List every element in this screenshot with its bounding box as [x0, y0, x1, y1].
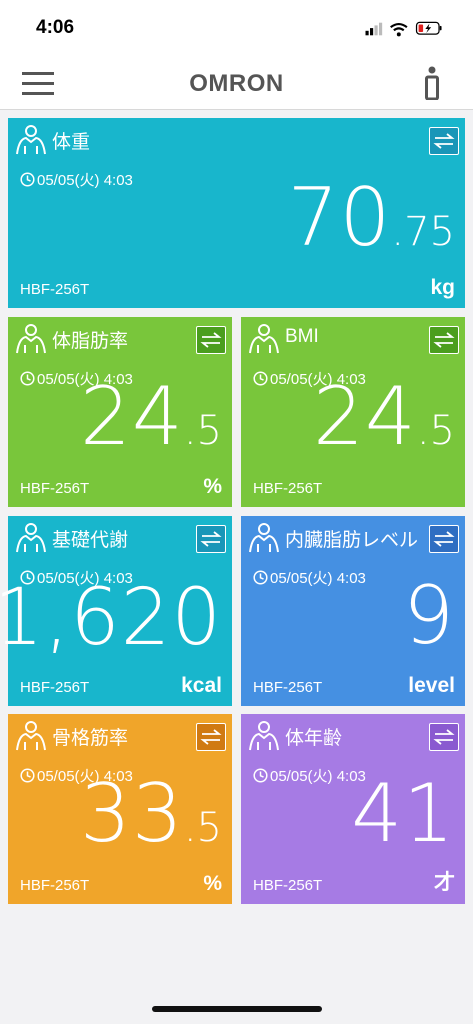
unit-label: kcal — [181, 674, 222, 697]
card-visceral-fat[interactable]: 内臓脂肪レベル 05/05(火) 4:03 9 HBF-256T level — [241, 516, 465, 706]
card-title: 内臓脂肪レベル — [285, 530, 419, 551]
measurement-value: 24.5 — [313, 377, 455, 471]
swap-arrows-icon — [433, 133, 455, 149]
device-model: HBF-256T — [253, 877, 323, 894]
measurement-time: 05/05(火) 4:03 — [253, 567, 366, 588]
measurement-value: 70.75 — [288, 178, 455, 272]
clock-icon — [20, 371, 35, 386]
device-model: HBF-256T — [253, 679, 323, 696]
info-icon[interactable] — [423, 66, 441, 100]
value-decimal: .5 — [416, 408, 455, 454]
wifi-icon — [390, 22, 408, 37]
swap-arrows-icon — [200, 531, 222, 547]
value-decimal: .5 — [183, 805, 222, 851]
card-body-fat[interactable]: 体脂肪率 05/05(火) 4:03 24.5 HBF-256T % — [8, 317, 232, 507]
measurement-value: 33.5 — [80, 774, 222, 868]
device-model: HBF-256T — [20, 281, 90, 298]
time-text: 05/05(火) 4:03 — [270, 570, 366, 587]
swap-button[interactable] — [429, 723, 459, 751]
measurement-value: 24.5 — [80, 377, 222, 471]
swap-arrows-icon — [200, 729, 222, 745]
status-icons — [365, 21, 442, 37]
person-icon — [16, 324, 46, 354]
card-title: BMI — [285, 326, 319, 347]
clock-icon — [253, 371, 268, 386]
device-model: HBF-256T — [20, 679, 90, 696]
swap-button[interactable] — [196, 525, 226, 553]
person-icon — [16, 721, 46, 751]
card-bmi[interactable]: BMI 05/05(火) 4:03 24.5 HBF-256T — [241, 317, 465, 507]
value-integer: 9 — [403, 569, 455, 662]
swap-arrows-icon — [433, 729, 455, 745]
home-indicator — [152, 1006, 322, 1012]
unit-label: 才 — [434, 871, 455, 894]
status-bar: 4:06 — [0, 0, 473, 58]
measurement-value: 1,620 — [0, 579, 222, 670]
value-integer: 24 — [313, 370, 417, 463]
person-icon — [249, 324, 279, 354]
value-integer: 1,620 — [0, 573, 222, 663]
measurement-time: 05/05(火) 4:03 — [20, 169, 133, 190]
clock-icon — [253, 570, 268, 585]
swap-arrows-icon — [433, 531, 455, 547]
card-title: 体年齢 — [285, 728, 343, 749]
measurement-value: 41 — [351, 774, 455, 868]
brand-logo: OMRON — [189, 70, 284, 97]
swap-button[interactable] — [429, 127, 459, 155]
value-integer: 24 — [80, 370, 184, 463]
person-icon — [16, 125, 46, 155]
clock-icon — [20, 768, 35, 783]
card-title: 骨格筋率 — [52, 728, 129, 749]
clock-icon — [253, 768, 268, 783]
person-icon — [249, 721, 279, 751]
value-integer: 33 — [80, 767, 184, 860]
clock-icon — [20, 172, 35, 187]
battery-icon — [415, 21, 442, 35]
card-body-age[interactable]: 体年齢 05/05(火) 4:03 41 HBF-256T 才 — [241, 714, 465, 904]
device-model: HBF-256T — [20, 877, 90, 894]
card-title: 体脂肪率 — [52, 331, 129, 352]
swap-button[interactable] — [429, 525, 459, 553]
swap-arrows-icon — [200, 332, 222, 348]
person-icon — [16, 523, 46, 553]
unit-label: % — [203, 475, 222, 498]
card-basal-metabolism[interactable]: 基礎代謝 05/05(火) 4:03 1,620 HBF-256T kcal — [0, 516, 232, 706]
device-model: HBF-256T — [253, 480, 323, 497]
device-model: HBF-256T — [20, 480, 90, 497]
value-decimal: .5 — [183, 408, 222, 454]
unit-label: % — [203, 872, 222, 895]
swap-button[interactable] — [196, 326, 226, 354]
value-decimal: .75 — [391, 209, 455, 255]
card-title: 体重 — [52, 132, 91, 153]
card-title: 基礎代謝 — [52, 530, 129, 551]
value-integer: 41 — [351, 767, 455, 860]
card-skeletal-muscle[interactable]: 骨格筋率 05/05(火) 4:03 33.5 HBF-256T % — [8, 714, 232, 904]
measurement-value: 9 — [403, 576, 455, 670]
status-time: 4:06 — [36, 17, 75, 38]
swap-button[interactable] — [429, 326, 459, 354]
unit-label: level — [408, 674, 455, 697]
swap-button[interactable] — [196, 723, 226, 751]
measurement-time: 05/05(火) 4:03 — [253, 765, 366, 786]
nav-bar: OMRON — [0, 58, 473, 110]
card-weight[interactable]: 体重 05/05(火) 4:03 70.75 HBF-256T kg — [8, 118, 465, 308]
person-icon — [249, 523, 279, 553]
unit-label: kg — [430, 276, 455, 299]
signal-icon — [365, 22, 383, 36]
time-text: 05/05(火) 4:03 — [37, 172, 133, 189]
swap-arrows-icon — [433, 332, 455, 348]
value-integer: 70 — [287, 171, 392, 264]
